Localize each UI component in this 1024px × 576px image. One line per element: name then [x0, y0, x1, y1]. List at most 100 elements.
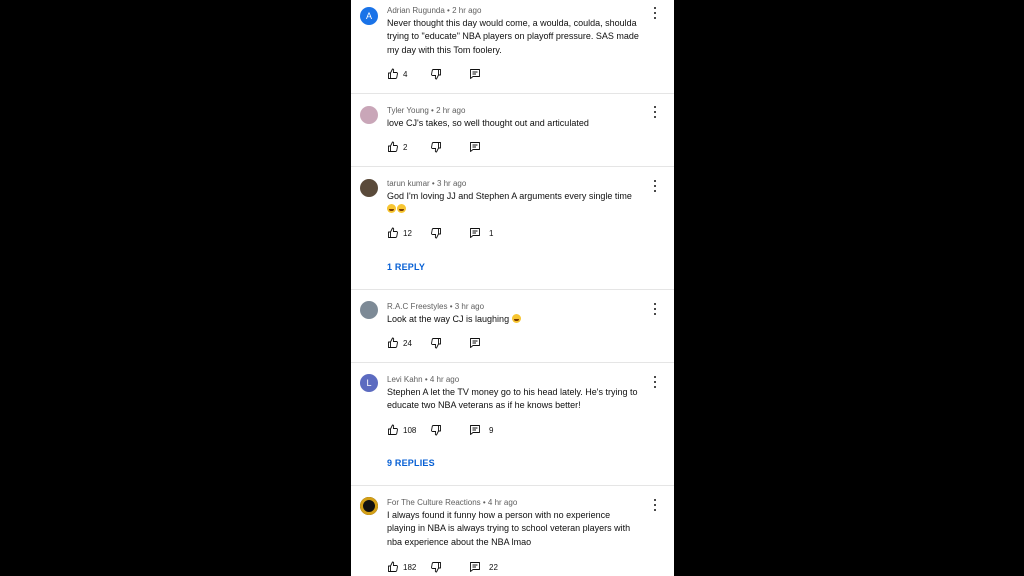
like-count: 108 [403, 425, 417, 435]
reply-count: 1 [489, 228, 494, 238]
reply-button[interactable]: 22 [469, 560, 498, 574]
view-replies-link[interactable]: 9 REPLIES [387, 458, 435, 468]
comment-item: A Adrian Rugunda • 2 hr ago Never though… [351, 0, 674, 94]
comment-line: Never thought this day would come, a wou… [387, 18, 637, 28]
author-name[interactable]: R.A.C Freestyles [387, 302, 447, 311]
comment-line-wrap: Look at the way CJ is laughing [387, 313, 655, 326]
reply-icon [470, 69, 480, 79]
comment-text: Never thought this day would come, a wou… [387, 17, 655, 57]
comment-meta: R.A.C Freestyles • 3 hr ago [387, 302, 485, 311]
avatar[interactable] [360, 106, 378, 124]
comment-actions: 4 [387, 67, 537, 81]
view-replies-link[interactable]: 1 REPLY [387, 262, 425, 272]
comment-time: 3 hr ago [436, 179, 467, 188]
comment-meta: Tyler Young • 2 hr ago [387, 106, 466, 115]
comment-meta: For The Culture Reactions • 4 hr ago [387, 498, 518, 507]
thumbs-up-icon [388, 227, 398, 238]
comment-emoji-line [387, 203, 655, 216]
comment-time: 4 hr ago [487, 498, 518, 507]
author-name[interactable]: Adrian Rugunda [387, 6, 445, 15]
thumbs-down-icon [431, 562, 441, 573]
laughing-emoji-icon [397, 204, 406, 214]
comment-line: Stephen A let the TV money go to his hea… [387, 387, 638, 397]
comment-item: For The Culture Reactions • 4 hr ago I a… [351, 486, 674, 576]
comment-actions: 2 [387, 140, 537, 154]
dislike-button[interactable] [430, 423, 442, 437]
like-button[interactable]: 182 [387, 560, 416, 574]
like-button[interactable]: 12 [387, 226, 412, 240]
thumbs-down-icon [431, 69, 441, 80]
thumbs-up-icon [388, 337, 398, 348]
thumbs-up-icon [388, 68, 398, 79]
like-count: 182 [403, 562, 417, 572]
comment-time: 2 hr ago [452, 6, 482, 15]
avatar[interactable] [360, 497, 378, 515]
comment-meta: Levi Kahn • 4 hr ago [387, 375, 460, 384]
reply-icon [470, 142, 480, 152]
author-name[interactable]: Tyler Young [387, 106, 429, 115]
like-count: 4 [403, 69, 408, 79]
avatar[interactable]: L [360, 374, 378, 392]
laughing-emoji-icon [387, 204, 396, 214]
comment-line: nba experience about the NBA lmao [387, 536, 532, 547]
comment-text: I always found it funny how a person wit… [387, 509, 655, 549]
comment-line: trying to "educate" NBA players on playo… [387, 31, 639, 42]
comment-meta: tarun kumar • 3 hr ago [387, 179, 467, 188]
comment-actions: 108 9 [387, 423, 537, 437]
comment-text: love CJ's takes, so well thought out and… [387, 117, 655, 130]
thumbs-up-icon [388, 561, 398, 572]
thumbs-down-icon [431, 338, 441, 349]
avatar[interactable] [360, 301, 378, 319]
reply-button[interactable] [469, 140, 481, 154]
like-count: 12 [403, 228, 412, 238]
like-count: 24 [403, 338, 412, 348]
comment-actions: 24 [387, 336, 537, 350]
dislike-button[interactable] [430, 140, 442, 154]
comment-text: God I'm loving JJ and Stephen A argument… [387, 190, 655, 217]
laughing-emoji-icon [511, 314, 521, 323]
avatar[interactable]: A [360, 7, 378, 25]
author-name[interactable]: tarun kumar [387, 179, 430, 188]
thumbs-down-icon [431, 425, 441, 436]
comment-actions: 12 1 [387, 226, 537, 240]
author-name[interactable]: Levi Kahn [387, 375, 423, 384]
thumbs-down-icon [431, 228, 441, 239]
dislike-button[interactable] [430, 336, 442, 350]
like-button[interactable]: 24 [387, 336, 412, 350]
reply-button[interactable] [469, 336, 481, 350]
comment-line: God I'm loving JJ and Stephen A argument… [387, 191, 632, 201]
comment-line: playing in NBA is always trying to schoo… [387, 523, 631, 534]
reply-count: 9 [489, 425, 494, 435]
dislike-button[interactable] [430, 226, 442, 240]
reply-button[interactable]: 9 [469, 423, 493, 437]
comment-item: R.A.C Freestyles • 3 hr ago Look at the … [351, 290, 674, 363]
comments-panel: A Adrian Rugunda • 2 hr ago Never though… [351, 0, 674, 576]
thumbs-up-icon [388, 141, 398, 152]
like-button[interactable]: 4 [387, 67, 407, 81]
comment-meta: Adrian Rugunda • 2 hr ago [387, 6, 482, 15]
comment-item: Tyler Young • 2 hr ago love CJ's takes, … [351, 94, 674, 167]
dislike-button[interactable] [430, 560, 442, 574]
comment-text: Stephen A let the TV money go to his hea… [387, 386, 655, 413]
avatar[interactable] [360, 179, 378, 197]
like-count: 2 [403, 142, 408, 152]
comment-time: 3 hr ago [454, 302, 485, 311]
comment-line: I always found it funny how a person wit… [387, 510, 611, 520]
reply-button[interactable]: 1 [469, 226, 493, 240]
author-name[interactable]: For The Culture Reactions [387, 498, 481, 507]
comment-line: love CJ's takes, so well thought out and… [387, 118, 589, 128]
thumbs-down-icon [431, 142, 441, 153]
reply-icon [470, 425, 480, 435]
comment-actions: 182 22 [387, 560, 537, 574]
like-button[interactable]: 108 [387, 423, 416, 437]
reply-button[interactable] [469, 67, 481, 81]
comment-text: Look at the way CJ is laughing [387, 313, 655, 326]
dislike-button[interactable] [430, 67, 442, 81]
reply-icon [470, 338, 480, 348]
reply-icon [470, 228, 480, 238]
comment-line: Look at the way CJ is laughing [387, 314, 510, 324]
comment-time: 4 hr ago [429, 375, 460, 384]
comment-time: 2 hr ago [436, 106, 466, 115]
like-button[interactable]: 2 [387, 140, 407, 154]
comment-item: L Levi Kahn • 4 hr ago Stephen A let the… [351, 363, 674, 486]
